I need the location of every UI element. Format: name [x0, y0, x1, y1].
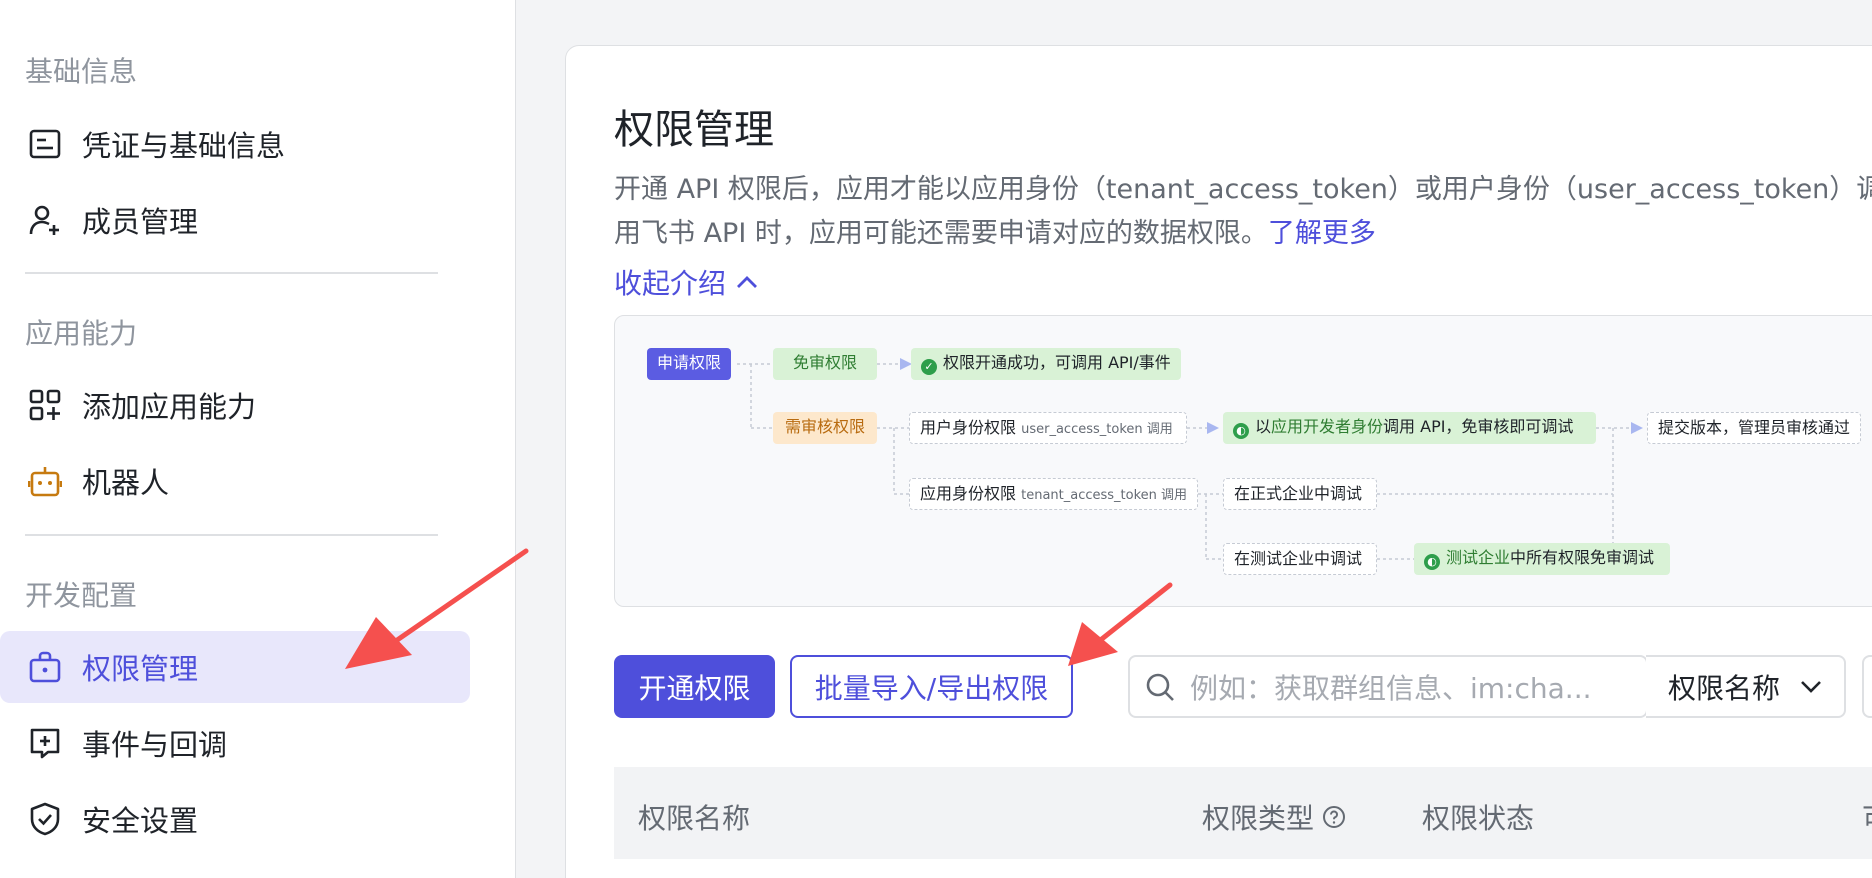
flow-dev-prefix: 以 — [1255, 417, 1272, 436]
sidebar-item-members[interactable]: 成员管理 — [0, 184, 470, 256]
sidebar-item-label: 添加应用能力 — [82, 390, 257, 424]
flow-review: 需审核权限 — [773, 412, 877, 444]
divider — [25, 534, 438, 536]
sidebar-item-robot[interactable]: 机器人 — [0, 445, 470, 517]
permission-flow-diagram: 申请权限 免审权限 ✓ 权限开通成功，可调用 API/事件 需审核权限 用户身份权… — [614, 315, 1872, 607]
flow-test-highlight: 测试企业 — [1446, 548, 1511, 567]
credential-icon — [26, 125, 64, 163]
robot-icon — [26, 462, 64, 500]
flow-test-suffix: 中所有权限免审调试 — [1510, 548, 1655, 567]
chevron-down-icon — [1800, 680, 1822, 694]
flow-tenant-token: tenant_access_token 调用 — [1021, 488, 1188, 503]
collapse-intro-button[interactable]: 收起介绍 — [614, 262, 758, 302]
flow-free: 免审权限 — [773, 348, 877, 380]
shield-icon — [26, 800, 64, 838]
flow-dev-highlight: 应用开发者身份 — [1271, 417, 1384, 436]
flow-dev-debug: ◐ 以应用开发者身份调用 API，免审核即可调试 — [1223, 412, 1596, 444]
sidebar-item-label: 凭证与基础信息 — [82, 129, 286, 163]
column-header-name: 权限名称 — [638, 802, 751, 835]
select-value: 权限名称 — [1668, 671, 1781, 705]
flow-formal: 在正式企业中调试 — [1223, 478, 1377, 510]
open-permission-button[interactable]: 开通权限 — [614, 655, 775, 718]
search-icon — [1130, 671, 1190, 703]
sidebar-item-label: 安全设置 — [82, 804, 199, 838]
group-title-capability: 应用能力 — [25, 317, 138, 350]
search-field-select[interactable]: 权限名称 — [1646, 655, 1846, 718]
sidebar-item-events[interactable]: 事件与回调 — [0, 707, 470, 779]
sidebar-item-permission[interactable]: 权限管理 — [0, 631, 470, 703]
debug-icon: ◐ — [1233, 423, 1249, 439]
page-description: 开通 API 权限后，应用才能以应用身份（tenant_access_token… — [614, 168, 1872, 256]
add-capability-icon — [26, 386, 64, 424]
description-text: 用飞书 API 时，应用可能还需要申请对应的数据权限。 — [614, 218, 1268, 249]
column-header-status: 权限状态 — [1422, 802, 1535, 835]
debug-icon: ◐ — [1424, 554, 1440, 570]
flow-apply: 申请权限 — [647, 348, 732, 380]
sidebar-item-security[interactable]: 安全设置 — [0, 783, 470, 855]
sidebar-item-label: 机器人 — [82, 466, 170, 500]
sidebar-item-credentials[interactable]: 凭证与基础信息 — [0, 108, 470, 180]
sidebar-item-label: 事件与回调 — [82, 728, 228, 762]
page-title: 权限管理 — [614, 107, 774, 153]
sidebar: 基础信息 凭证与基础信息 成员管理 应用能力 添加应用能力 机器人 开发配置 权… — [0, 0, 516, 878]
collapse-intro-label: 收起介绍 — [614, 267, 727, 300]
flow-app-permission-text: 应用身份权限 — [920, 484, 1017, 503]
description-line-1: 开通 API 权限后，应用才能以应用身份（tenant_access_token… — [614, 174, 1872, 205]
description-line-2: 用飞书 API 时，应用可能还需要申请对应的数据权限。了解更多 — [614, 212, 1872, 256]
group-title-basic: 基础信息 — [25, 55, 138, 88]
flow-user-permission: 用户身份权限 user_access_token 调用 — [909, 412, 1187, 444]
flow-submit: 提交版本，管理员审核通过 — [1647, 412, 1862, 444]
help-icon[interactable] — [1322, 805, 1346, 829]
sidebar-item-add-capability[interactable]: 添加应用能力 — [0, 369, 470, 441]
flow-success-text: 权限开通成功，可调用 API/事件 — [943, 353, 1171, 372]
filter-select-partial[interactable] — [1862, 655, 1872, 718]
sidebar-item-label: 成员管理 — [82, 205, 199, 239]
flow-dev-suffix: 调用 API，免审核即可调试 — [1383, 417, 1574, 436]
flow-test: 在测试企业中调试 — [1223, 543, 1377, 575]
chevron-up-icon — [736, 275, 758, 289]
check-icon: ✓ — [921, 359, 937, 375]
permission-icon — [26, 648, 64, 686]
sidebar-item-label: 权限管理 — [82, 652, 199, 686]
column-header-partial: 可 — [1862, 797, 1872, 837]
flow-success: ✓ 权限开通成功，可调用 API/事件 — [911, 348, 1181, 380]
column-header-type-label: 权限类型 — [1202, 802, 1315, 835]
flow-test-free: ◐ 测试企业中所有权限免审调试 — [1414, 543, 1670, 575]
flow-user-token: user_access_token 调用 — [1021, 422, 1173, 437]
learn-more-link[interactable]: 了解更多 — [1268, 218, 1376, 249]
flow-user-permission-text: 用户身份权限 — [920, 418, 1017, 437]
column-header-type: 权限类型 — [1202, 797, 1346, 837]
event-icon — [26, 724, 64, 762]
group-title-dev: 开发配置 — [25, 579, 138, 612]
search-input[interactable]: 例如：获取群组信息、im:cha... — [1128, 655, 1648, 718]
flow-app-permission: 应用身份权限 tenant_access_token 调用 — [909, 478, 1198, 510]
add-member-icon — [26, 201, 64, 239]
batch-import-export-button[interactable]: 批量导入/导出权限 — [790, 655, 1073, 718]
divider — [25, 272, 438, 274]
table-header: 权限名称 权限类型 权限状态 可 — [614, 767, 1872, 859]
search-placeholder: 例如：获取群组信息、im:cha... — [1190, 671, 1592, 705]
